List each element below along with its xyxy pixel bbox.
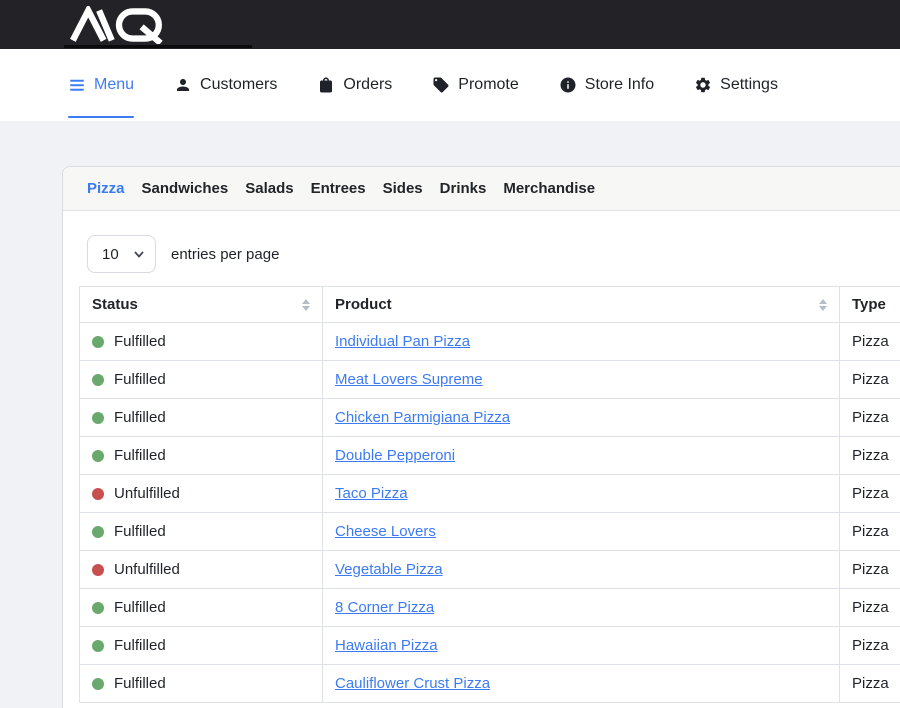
status-label: Unfulfilled <box>114 485 180 502</box>
type-cell: Pizza <box>840 665 900 703</box>
status-dot <box>92 374 104 386</box>
table-row: Fulfilled Double Pepperoni Pizza <box>80 437 900 475</box>
chevron-down-icon <box>133 248 145 260</box>
tab-merchandise[interactable]: Merchandise <box>503 180 595 197</box>
status-label: Fulfilled <box>114 371 166 388</box>
status-dot <box>92 488 104 500</box>
tab-sides[interactable]: Sides <box>383 180 423 197</box>
table-row: Fulfilled Cauliflower Crust Pizza Pizza <box>80 665 900 703</box>
tab-salads[interactable]: Salads <box>245 180 293 197</box>
category-tabs: Pizza Sandwiches Salads Entrees Sides Dr… <box>63 167 900 211</box>
status-dot <box>92 564 104 576</box>
status-dot <box>92 678 104 690</box>
product-link[interactable]: Cauliflower Crust Pizza <box>335 675 490 692</box>
primary-nav: Menu Customers Orders Promote Store Info… <box>0 49 900 121</box>
nav-item-orders[interactable]: Orders <box>317 49 392 121</box>
gear-icon <box>694 76 712 94</box>
table-row: Unfulfilled Taco Pizza Pizza <box>80 475 900 513</box>
column-header-label: Type <box>852 296 886 313</box>
type-cell: Pizza <box>840 551 900 589</box>
product-link[interactable]: Double Pepperoni <box>335 447 455 464</box>
tab-pizza[interactable]: Pizza <box>87 180 125 197</box>
info-icon <box>559 76 577 94</box>
status-dot <box>92 450 104 462</box>
entries-per-page-label: entries per page <box>171 246 279 263</box>
table-row: Fulfilled 8 Corner Pizza Pizza <box>80 589 900 627</box>
status-dot <box>92 336 104 348</box>
status-dot <box>92 412 104 424</box>
table-row: Fulfilled Individual Pan Pizza Pizza <box>80 323 900 361</box>
tag-icon <box>432 76 450 94</box>
bag-icon <box>317 76 335 94</box>
menu-card: Pizza Sandwiches Salads Entrees Sides Dr… <box>62 166 900 708</box>
table-row: Fulfilled Hawaiian Pizza Pizza <box>80 627 900 665</box>
column-header-product[interactable]: Product <box>323 287 840 323</box>
card-body: 10 entries per page Status <box>63 211 900 708</box>
tab-entrees[interactable]: Entrees <box>311 180 366 197</box>
type-cell: Pizza <box>840 589 900 627</box>
nav-item-menu[interactable]: Menu <box>68 49 134 121</box>
type-cell: Pizza <box>840 627 900 665</box>
type-cell: Pizza <box>840 513 900 551</box>
product-link[interactable]: Meat Lovers Supreme <box>335 371 483 388</box>
entries-per-page-row: 10 entries per page <box>87 235 900 273</box>
tab-drinks[interactable]: Drinks <box>440 180 487 197</box>
logo-underline <box>64 45 252 48</box>
type-cell: Pizza <box>840 399 900 437</box>
entries-per-page-select[interactable]: 10 <box>87 235 156 273</box>
column-header-type[interactable]: Type <box>840 287 900 323</box>
sort-icon[interactable] <box>302 299 310 311</box>
table-row: Unfulfilled Vegetable Pizza Pizza <box>80 551 900 589</box>
column-header-label: Status <box>92 296 138 313</box>
products-table: Status Product Type <box>79 286 900 703</box>
status-dot <box>92 602 104 614</box>
nav-item-label: Orders <box>343 76 392 94</box>
table-row: Fulfilled Chicken Parmigiana Pizza Pizza <box>80 399 900 437</box>
product-link[interactable]: Cheese Lovers <box>335 523 436 540</box>
entries-per-page-value: 10 <box>102 246 119 263</box>
table-header-row: Status Product Type <box>80 287 900 323</box>
product-link[interactable]: Vegetable Pizza <box>335 561 443 578</box>
status-label: Fulfilled <box>114 675 166 692</box>
product-link[interactable]: Taco Pizza <box>335 485 408 502</box>
status-label: Fulfilled <box>114 409 166 426</box>
nav-item-label: Customers <box>200 76 277 94</box>
hamburger-icon <box>68 76 86 94</box>
status-dot <box>92 640 104 652</box>
status-label: Fulfilled <box>114 599 166 616</box>
brand-logo-icon <box>64 6 174 44</box>
column-header-label: Product <box>335 296 392 313</box>
status-label: Fulfilled <box>114 523 166 540</box>
status-label: Fulfilled <box>114 637 166 654</box>
nav-item-label: Promote <box>458 76 518 94</box>
type-cell: Pizza <box>840 437 900 475</box>
nav-item-store-info[interactable]: Store Info <box>559 49 654 121</box>
type-cell: Pizza <box>840 475 900 513</box>
status-label: Fulfilled <box>114 447 166 464</box>
sort-icon[interactable] <box>819 299 827 311</box>
top-header-bar <box>0 0 900 49</box>
status-dot <box>92 526 104 538</box>
column-header-status[interactable]: Status <box>80 287 323 323</box>
nav-item-label: Menu <box>94 76 134 94</box>
table-row: Fulfilled Cheese Lovers Pizza <box>80 513 900 551</box>
nav-item-label: Settings <box>720 76 778 94</box>
product-link[interactable]: Chicken Parmigiana Pizza <box>335 409 510 426</box>
product-link[interactable]: Hawaiian Pizza <box>335 637 438 654</box>
person-icon <box>174 76 192 94</box>
status-label: Unfulfilled <box>114 561 180 578</box>
tab-sandwiches[interactable]: Sandwiches <box>142 180 229 197</box>
nav-item-promote[interactable]: Promote <box>432 49 518 121</box>
table-row: Fulfilled Meat Lovers Supreme Pizza <box>80 361 900 399</box>
type-cell: Pizza <box>840 361 900 399</box>
status-label: Fulfilled <box>114 333 166 350</box>
nav-item-customers[interactable]: Customers <box>174 49 277 121</box>
page-content: Pizza Sandwiches Salads Entrees Sides Dr… <box>0 121 900 708</box>
brand-logo[interactable] <box>64 6 174 44</box>
nav-item-settings[interactable]: Settings <box>694 49 778 121</box>
product-link[interactable]: 8 Corner Pizza <box>335 599 434 616</box>
product-link[interactable]: Individual Pan Pizza <box>335 333 470 350</box>
type-cell: Pizza <box>840 323 900 361</box>
nav-item-label: Store Info <box>585 76 654 94</box>
